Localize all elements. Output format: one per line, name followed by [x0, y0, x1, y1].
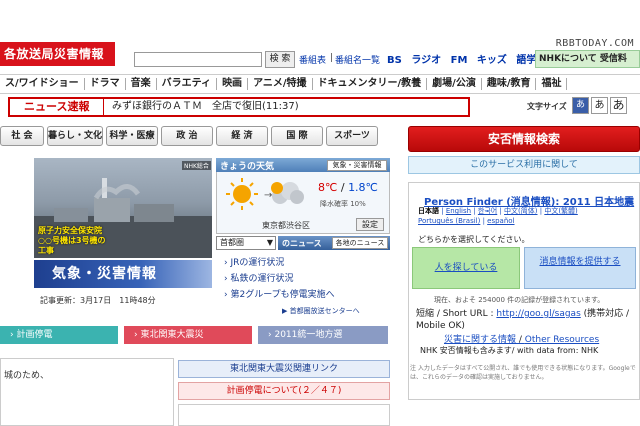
tab-sports[interactable]: スポーツ: [326, 126, 378, 146]
breaking-news-label: ニュース速報: [10, 99, 104, 115]
disaster-info-banner[interactable]: 気象・災害情報: [34, 260, 212, 288]
record-count: 現在、およそ 254000 件の記録が登録されています。: [434, 296, 605, 304]
resource-links: 災害に関する情報 / Other Resources: [444, 335, 600, 345]
left-info-text: 城のため、: [4, 371, 50, 381]
tab-science-medical[interactable]: 科学・医療: [106, 126, 158, 146]
other-resources-link[interactable]: Other Resources: [525, 335, 599, 345]
temp-low: 1.8℃: [348, 181, 378, 194]
update-time: 記事更新：3月17日 11時48分: [40, 296, 156, 305]
tab-bs[interactable]: BS: [387, 55, 402, 66]
service-about-link[interactable]: このサービス利用に関して: [408, 156, 640, 174]
tab-international[interactable]: 国 際: [271, 126, 323, 146]
temperature: 8℃ / 1.8℃: [318, 181, 378, 194]
breaking-news-text[interactable]: みずほ銀行のＡＴＭ 全店で復旧(11:37): [112, 99, 299, 115]
search-button[interactable]: 検 索: [265, 51, 295, 68]
genre-item[interactable]: 映画: [217, 78, 249, 90]
lang-link[interactable]: English: [446, 207, 471, 215]
bottom-box: [178, 404, 390, 426]
disaster-info-link[interactable]: 災害に関する情報: [444, 335, 516, 345]
photo-caption: 原子力安全保安院 ○○号機は3号機の工事: [38, 226, 106, 255]
program-guide-link[interactable]: 番組表: [299, 53, 326, 66]
short-url-text: 短縮 / Short URL : http://goo.gl/sagas (携帯…: [416, 309, 630, 331]
region-select[interactable]: 首都圏 ▼: [216, 236, 276, 250]
genre-item[interactable]: ス/ワイドショー: [0, 78, 85, 90]
lang-link[interactable]: Português (Brasil): [418, 217, 480, 225]
nhk-about-link[interactable]: NHKについて 受信料: [535, 50, 640, 68]
nhk-data-note: NHK 安否情報も含みます/ with data from: NHK: [420, 346, 599, 355]
rain-probability: 降水確率 10%: [320, 200, 366, 208]
genre-item[interactable]: 趣味/教育: [482, 78, 537, 90]
earthquake-links-button[interactable]: 東北関東大震災関連リンク: [178, 360, 390, 378]
search-input[interactable]: [134, 52, 262, 67]
region-news-label: のニュース: [282, 239, 322, 248]
provide-info-button[interactable]: 消息情報を提供する: [524, 247, 636, 289]
genre-item[interactable]: 音楽: [126, 78, 157, 90]
topic-earthquake[interactable]: › 東北関東大震災: [124, 326, 252, 344]
site-logo[interactable]: 各放送局災害情報: [0, 42, 115, 66]
tab-radio[interactable]: ラジオ: [411, 55, 441, 66]
link-separator: |: [330, 53, 334, 63]
weather-title: きょうの天気: [220, 162, 275, 172]
lang-link[interactable]: 中文(繁體): [544, 207, 577, 215]
temp-separator: /: [337, 181, 349, 194]
font-size-small-button[interactable]: あ: [572, 97, 589, 114]
safety-search-button[interactable]: 安否情報検索: [408, 126, 640, 152]
tab-fm[interactable]: FM: [451, 55, 468, 66]
weather-disaster-link[interactable]: 気象・災害情報: [327, 160, 387, 171]
top-tabs: BS ラジオ FM キッズ 語学: [387, 51, 542, 66]
category-tabs: 社 会 暮らし・文化 科学・医療 政 治 経 済 国 際 スポーツ: [0, 126, 378, 146]
short-url-link[interactable]: http://goo.gl/sagas: [496, 309, 580, 319]
tab-society[interactable]: 社 会: [0, 126, 44, 146]
font-size-label: 文字サイズ: [527, 102, 567, 111]
lang-link[interactable]: español: [487, 217, 514, 225]
watermark: RBBTODAY.COM: [555, 38, 634, 49]
lang-link[interactable]: 한국어: [478, 207, 497, 215]
weather-set-button[interactable]: 設定: [356, 218, 384, 231]
topic-planned-outage[interactable]: › 計画停電: [0, 326, 118, 344]
font-size-medium-button[interactable]: あ: [591, 97, 608, 114]
disclaimer-note: 注 入力したデータはすべて公開され、誰でも使用できる状態になります。Google…: [410, 365, 636, 381]
all-region-news-tab[interactable]: 各地のニュース: [332, 237, 388, 249]
region-center-link[interactable]: ▶ 首都圏放送センターへ: [282, 306, 360, 316]
temp-high: 8℃: [318, 181, 338, 194]
region-news-item[interactable]: › 第2グループも停電実施へ: [224, 287, 335, 300]
weather-city: 東京都渋谷区: [262, 221, 310, 230]
region-select-value: 首都圏: [220, 238, 244, 247]
cloud-icon: [266, 178, 306, 211]
seek-person-button[interactable]: 人を探している: [412, 247, 520, 289]
program-list-link[interactable]: 番組名一覧: [335, 53, 380, 66]
topic-local-election[interactable]: › 2011統一地方選: [258, 326, 388, 344]
genre-item[interactable]: アニメ/特撮: [248, 78, 313, 90]
channel-badge: NHK総合: [182, 161, 211, 170]
tab-life-culture[interactable]: 暮らし・文化: [47, 126, 103, 146]
region-news-item[interactable]: › 私鉄の運行状況: [224, 271, 293, 284]
font-size-large-button[interactable]: あ: [610, 97, 627, 114]
genre-nav: ス/ワイドショー ドラマ 音楽 バラエティ 映画 アニメ/特撮 ドキュメンタリー…: [0, 74, 640, 94]
lang-current: 日本語: [418, 207, 439, 215]
genre-item[interactable]: ドキュメンタリー/教養: [313, 78, 428, 90]
language-links: 日本語 | English | 한국어 | 中文(简体) | 中文(繁體) Po…: [418, 207, 578, 225]
lang-link[interactable]: 中文(简体): [504, 207, 537, 215]
genre-item[interactable]: バラエティ: [157, 78, 218, 90]
genre-item[interactable]: 福祉: [536, 78, 568, 90]
tab-language[interactable]: 語学: [516, 55, 536, 66]
region-news-item[interactable]: › JRの運行状況: [224, 255, 284, 268]
choose-prompt: どちらかを選択してください。: [418, 235, 530, 244]
chevron-down-icon: ▼: [266, 238, 273, 247]
tab-politics[interactable]: 政 治: [161, 126, 213, 146]
genre-item[interactable]: 劇場/公演: [427, 78, 482, 90]
genre-item[interactable]: ドラマ: [85, 78, 126, 90]
tab-economy[interactable]: 経 済: [216, 126, 268, 146]
tab-kids[interactable]: キッズ: [477, 55, 507, 66]
planned-outage-link[interactable]: 計画停電について(２／４７): [178, 382, 390, 400]
